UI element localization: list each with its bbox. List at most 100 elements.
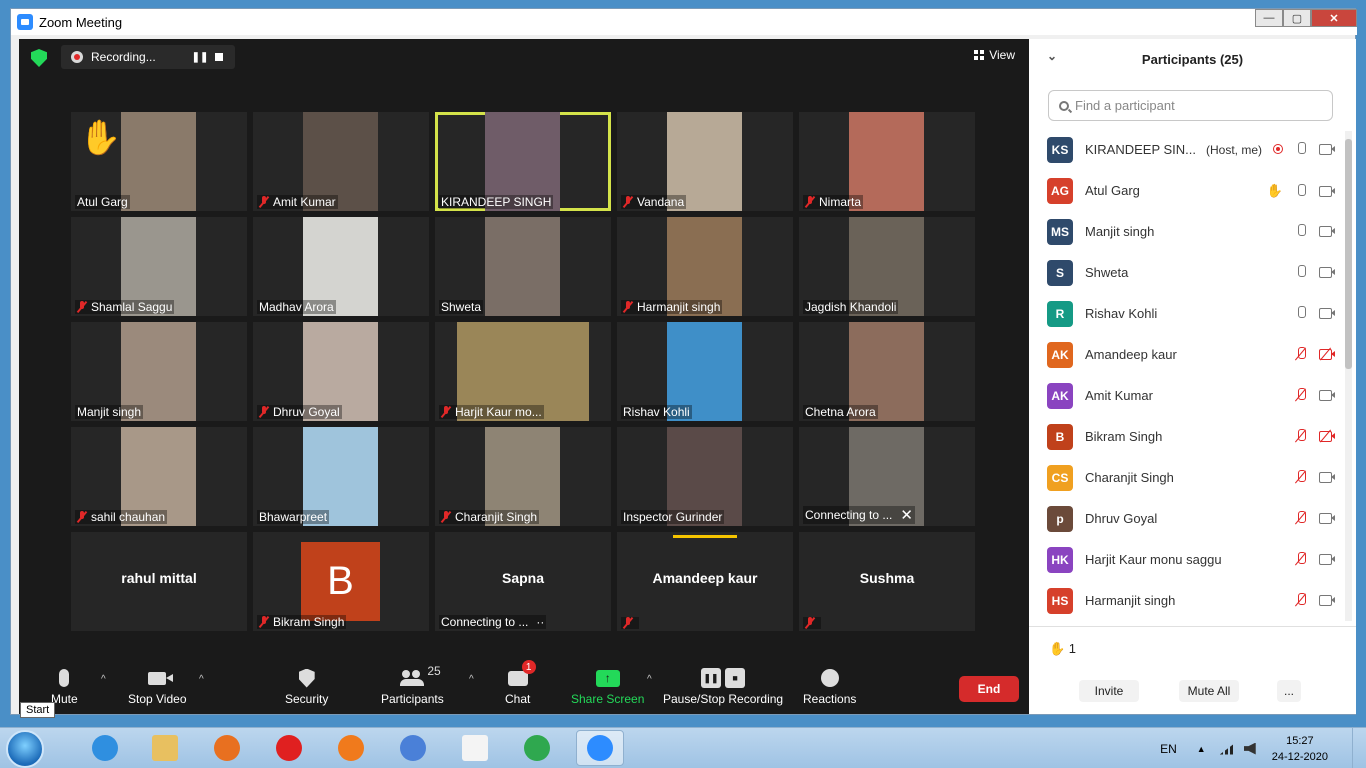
invite-button[interactable]: Invite xyxy=(1079,680,1139,702)
muted-microphone-icon[interactable] xyxy=(1295,511,1307,525)
video-camera-icon[interactable] xyxy=(1319,390,1335,401)
pause-stop-recording-button[interactable]: ❚❚ ■ Pause/Stop Recording xyxy=(663,666,783,706)
participant-row[interactable]: AK Amandeep kaur xyxy=(1029,334,1341,375)
muted-microphone-icon[interactable] xyxy=(1295,347,1307,361)
video-tile[interactable]: Rishav Kohli xyxy=(617,322,793,421)
participant-row[interactable]: B Bikram Singh xyxy=(1029,416,1341,457)
more-options-button[interactable]: ... xyxy=(1277,680,1301,702)
reactions-button[interactable]: Reactions xyxy=(803,666,856,706)
participant-row[interactable]: MS Manjit singh xyxy=(1029,211,1341,252)
chromium-taskbar-icon[interactable] xyxy=(398,733,428,763)
network-signal-icon[interactable] xyxy=(1219,742,1236,755)
show-hidden-icons-icon[interactable]: ▲ xyxy=(1197,744,1206,754)
video-tile[interactable]: sahil chauhan xyxy=(71,427,247,526)
video-tile[interactable]: Harjit Kaur mo... xyxy=(435,322,611,421)
media-player-taskbar-icon[interactable] xyxy=(212,733,242,763)
end-meeting-button[interactable]: End xyxy=(959,676,1019,702)
video-tile[interactable]: Manjit singh xyxy=(71,322,247,421)
start-button[interactable] xyxy=(6,730,44,768)
blank-document-taskbar-icon[interactable] xyxy=(460,733,490,763)
video-camera-icon[interactable] xyxy=(1319,308,1335,319)
video-tile[interactable]: Jagdish Khandoli xyxy=(799,217,975,316)
video-tile[interactable]: B Bikram Singh xyxy=(253,532,429,631)
participants-options-caret[interactable]: ^ xyxy=(469,674,474,685)
participant-row[interactable]: S Shweta xyxy=(1029,252,1341,293)
video-tile[interactable]: Sapna Connecting to ... ·· xyxy=(435,532,611,631)
video-tile[interactable]: Inspector Gurinder xyxy=(617,427,793,526)
video-tile[interactable]: Harmanjit singh xyxy=(617,217,793,316)
video-tile[interactable]: Shamlal Saggu xyxy=(71,217,247,316)
firefox-taskbar-icon[interactable] xyxy=(336,733,366,763)
find-participant-input[interactable]: Find a participant xyxy=(1048,90,1333,121)
video-tile[interactable]: Charanjit Singh xyxy=(435,427,611,526)
minimize-button[interactable]: — xyxy=(1255,9,1283,27)
audio-options-caret[interactable]: ^ xyxy=(101,674,106,685)
security-button[interactable]: Security xyxy=(285,666,328,706)
share-options-caret[interactable]: ^ xyxy=(647,674,652,685)
file-explorer-taskbar-icon[interactable] xyxy=(150,733,180,763)
video-options-caret[interactable]: ^ xyxy=(199,674,204,685)
video-tile[interactable]: Amandeep kaur xyxy=(617,532,793,631)
video-tile[interactable]: Madhav Arora xyxy=(253,217,429,316)
close-window-button[interactable]: ✕ xyxy=(1311,9,1357,27)
participant-row[interactable]: KS KIRANDEEP SIN... (Host, me) xyxy=(1029,129,1341,170)
participant-row[interactable]: AK Amit Kumar xyxy=(1029,375,1341,416)
participant-list-scrollbar[interactable] xyxy=(1345,131,1352,621)
video-tile[interactable]: Bhawarpreet xyxy=(253,427,429,526)
video-tile[interactable]: Nimarta xyxy=(799,112,975,211)
video-camera-icon[interactable] xyxy=(1319,513,1335,524)
video-tile[interactable]: Vandana xyxy=(617,112,793,211)
video-camera-icon[interactable] xyxy=(1319,226,1335,237)
muted-microphone-icon[interactable] xyxy=(1295,388,1307,402)
microphone-icon[interactable] xyxy=(1295,184,1307,198)
video-camera-icon[interactable] xyxy=(1319,472,1335,483)
video-camera-icon[interactable] xyxy=(1319,186,1335,197)
video-tile[interactable]: Dhruv Goyal xyxy=(253,322,429,421)
microphone-icon[interactable] xyxy=(1295,265,1307,279)
muted-microphone-icon[interactable] xyxy=(1295,429,1307,443)
share-screen-button[interactable]: ↑ Share Screen xyxy=(571,666,644,706)
scrollbar-thumb[interactable] xyxy=(1345,139,1352,369)
participant-row[interactable]: p Dhruv Goyal xyxy=(1029,498,1341,539)
muted-microphone-icon[interactable] xyxy=(1295,593,1307,607)
stop-video-button[interactable]: Stop Video xyxy=(128,666,187,706)
video-tile[interactable]: Shweta xyxy=(435,217,611,316)
participant-row[interactable]: HK Harjit Kaur monu saggu xyxy=(1029,539,1341,580)
collapse-chevron-icon[interactable]: ⌄ xyxy=(1047,49,1057,63)
participant-row[interactable]: R Rishav Kohli xyxy=(1029,293,1341,334)
volume-icon[interactable] xyxy=(1243,742,1256,755)
video-tile[interactable]: ✋ Atul Garg xyxy=(71,112,247,211)
video-camera-icon[interactable] xyxy=(1319,595,1335,606)
participant-row[interactable]: AG Atul Garg ✋ xyxy=(1029,170,1341,211)
muted-microphone-icon[interactable] xyxy=(1295,552,1307,566)
zoom-taskbar-icon[interactable] xyxy=(576,730,624,766)
microphone-icon[interactable] xyxy=(1295,306,1307,320)
video-camera-icon[interactable] xyxy=(1319,554,1335,565)
clock[interactable]: 15:27 24-12-2020 xyxy=(1272,733,1328,765)
view-button[interactable]: View xyxy=(974,48,1015,62)
chrome-taskbar-icon[interactable] xyxy=(522,733,552,763)
encryption-shield-icon[interactable] xyxy=(31,49,47,67)
microphone-icon[interactable] xyxy=(1295,142,1307,156)
video-tile[interactable]: Connecting to ... ✕ xyxy=(799,427,975,526)
participants-button[interactable]: 25 Participants xyxy=(381,664,444,706)
stop-recording-icon[interactable] xyxy=(215,53,223,61)
video-off-icon[interactable] xyxy=(1319,347,1335,361)
maximize-button[interactable]: ▢ xyxy=(1283,9,1311,27)
close-icon[interactable]: ✕ xyxy=(900,506,913,524)
opera-taskbar-icon[interactable] xyxy=(274,733,304,763)
microphone-icon[interactable] xyxy=(1295,224,1307,238)
internet-explorer-taskbar-icon[interactable] xyxy=(90,733,120,763)
mute-button[interactable]: Mute xyxy=(51,666,78,706)
video-off-icon[interactable] xyxy=(1319,429,1335,443)
participant-row[interactable]: CS Charanjit Singh xyxy=(1029,457,1341,498)
video-tile[interactable]: rahul mittal xyxy=(71,532,247,631)
participant-row[interactable]: HS Harmanjit singh xyxy=(1029,580,1341,621)
mute-all-button[interactable]: Mute All xyxy=(1179,680,1239,702)
pause-recording-icon[interactable]: ❚❚ xyxy=(187,52,213,63)
video-camera-icon[interactable] xyxy=(1319,144,1335,155)
language-indicator[interactable]: EN xyxy=(1160,742,1177,756)
video-tile[interactable]: Amit Kumar xyxy=(253,112,429,211)
video-tile[interactable]: Sushma xyxy=(799,532,975,631)
chat-button[interactable]: 1 Chat xyxy=(505,660,536,706)
